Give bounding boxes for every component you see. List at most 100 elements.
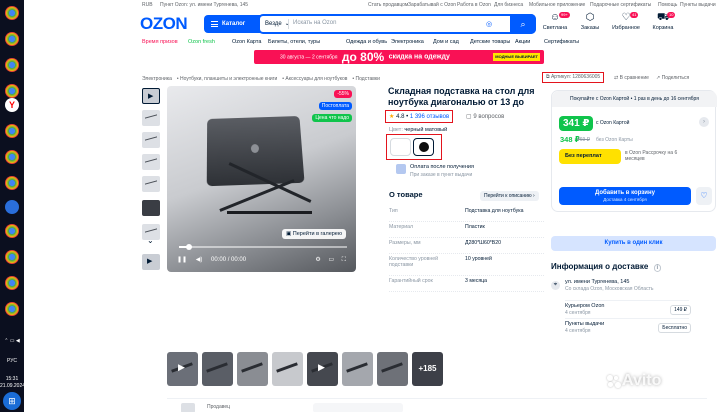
review-media-item[interactable] <box>377 352 408 386</box>
article-number[interactable]: ⧉ Артикул: 1280636005 <box>542 72 605 83</box>
review-media-item[interactable] <box>237 352 268 386</box>
review-media-item[interactable] <box>342 352 373 386</box>
review-media-more[interactable]: +185 <box>412 352 443 386</box>
thumbnail-image[interactable] <box>142 176 160 192</box>
topline-link[interactable]: Мобильное приложение <box>529 2 585 8</box>
nav-item[interactable]: Сертификаты <box>544 39 579 45</box>
chrome-icon[interactable] <box>5 224 19 238</box>
review-media-item[interactable] <box>272 352 303 386</box>
clock-time[interactable]: 15:31 <box>0 376 24 382</box>
thumbnail-image[interactable] <box>142 154 160 170</box>
search-bar[interactable]: Везде Искать на Ozon ◎ ⌕ <box>258 14 536 34</box>
nav-item[interactable]: Билеты, отели, туры <box>268 39 320 45</box>
header-favorites[interactable]: ♡ 41 Избранное <box>609 12 643 31</box>
review-media-item[interactable] <box>167 352 198 386</box>
questions-link[interactable]: ▢ 9 вопросов <box>466 113 504 120</box>
breadcrumb-item[interactable]: Аксессуары для ноутбуков <box>285 76 347 82</box>
nav-item[interactable]: Ozon Карта <box>232 39 261 45</box>
topline-link[interactable]: Работа в Ozon <box>457 2 491 8</box>
chrome-icon[interactable] <box>5 250 19 264</box>
go-to-description-button[interactable]: Перейти к описанию › <box>480 191 539 201</box>
header-profile[interactable]: ☺ 99+ Светлана <box>538 12 572 31</box>
chrome-icon[interactable] <box>5 302 19 316</box>
rating-block[interactable]: ★ 4.8 • 1 396 отзывов <box>385 110 454 123</box>
volume-icon[interactable]: ◀) <box>196 257 203 263</box>
chrome-icon[interactable] <box>5 150 19 164</box>
review-media-item[interactable] <box>202 352 233 386</box>
keyboard-language[interactable]: РУС <box>0 358 24 364</box>
share-button[interactable]: ↗ Поделиться <box>656 75 689 81</box>
topline-link[interactable]: Стать продавцом <box>368 2 408 8</box>
color-swatch-black[interactable] <box>413 138 434 156</box>
chrome-icon[interactable] <box>5 58 19 72</box>
thumbnail-image[interactable] <box>142 200 160 216</box>
currency-selector[interactable]: RUB <box>142 2 153 8</box>
clock-date[interactable]: 21.09.2024 <box>0 383 25 389</box>
add-to-cart-button[interactable]: Добавить в корзину Доставка 4 сентября <box>559 187 691 205</box>
compare-button[interactable]: ⇄ В сравнение <box>614 75 649 81</box>
gallery-button[interactable]: ▣ Перейти в галерею <box>282 229 346 239</box>
breadcrumb-item[interactable]: Подставки <box>356 76 380 82</box>
chevron-down-icon[interactable]: ⌄ <box>147 236 154 245</box>
color-swatch-white[interactable] <box>390 138 411 156</box>
pause-icon[interactable]: ❚❚ <box>177 257 187 263</box>
thumbnail-video[interactable] <box>142 88 160 104</box>
topline-link[interactable]: Зарабатывай с Ozon <box>408 2 456 8</box>
search-scope-dropdown[interactable]: Везде <box>265 20 290 27</box>
promo-banner[interactable]: 30 августа — 2 сентября до 80% скидка на… <box>254 50 544 64</box>
go-to-description-label: Перейти к описанию <box>484 193 532 199</box>
reviews-count[interactable]: 1 396 отзывов <box>410 114 449 120</box>
windows-start-icon[interactable]: ⊞ <box>3 392 21 410</box>
topline-link[interactable]: Помощь <box>658 2 677 8</box>
yandex-icon[interactable]: Y <box>5 98 19 112</box>
delivery-address[interactable]: ⌖ ул. имени Тургенева, 145 Со склада Ozo… <box>551 278 716 296</box>
header-orders[interactable]: ⬡ Заказы <box>573 12 607 31</box>
nav-item[interactable]: Детские товары <box>470 39 510 45</box>
fullscreen-icon[interactable]: ⛶ <box>342 257 346 263</box>
video-progress-bar[interactable] <box>179 244 347 250</box>
nav-item[interactable]: Дом и сад <box>433 39 459 45</box>
topline-link[interactable]: Подарочные сертификаты <box>590 2 651 8</box>
buy-one-click-button[interactable]: Купить в один клик <box>551 236 716 251</box>
installment-badge[interactable]: Без переплат <box>559 149 621 164</box>
favorite-button[interactable]: ♡ <box>696 187 712 205</box>
search-input[interactable]: Искать на Ozon <box>293 20 336 26</box>
pickup-address[interactable]: Пункт Ozon: ул. имени Тургенева, 145 <box>160 2 248 8</box>
breadcrumb-item[interactable]: Электроника <box>142 76 172 82</box>
video-progress-knob[interactable] <box>186 244 193 250</box>
tray-icons[interactable]: ⌃ ▭ ◀ <box>0 338 24 344</box>
pip-icon[interactable]: ▭ <box>328 257 334 263</box>
nav-item[interactable]: Акции <box>515 39 530 45</box>
chrome-icon[interactable] <box>5 32 19 46</box>
ozon-card-promo[interactable]: Покупайте с Ozon Картой • 1 раз в день д… <box>552 91 717 107</box>
chrome-icon[interactable] <box>5 176 19 190</box>
breadcrumb-item[interactable]: Ноутбуки, планшеты и электронные книги <box>180 76 277 82</box>
search-button[interactable]: ⌕ <box>510 14 536 34</box>
ozon-product-page: RUB Пункт Ozon: ул. имени Тургенева, 145… <box>24 0 720 412</box>
review-media-item[interactable] <box>307 352 338 386</box>
product-video-player[interactable]: -55% Постоплата Цена что надо ▣ Перейти … <box>167 86 356 272</box>
settings-icon[interactable]: ⚙ <box>315 257 320 263</box>
payment-on-delivery[interactable]: Оплата после получения При заказе в пунк… <box>396 162 544 188</box>
chrome-icon[interactable] <box>5 276 19 290</box>
topline-link[interactable]: Пункты выдачи <box>680 2 716 8</box>
chrome-icon[interactable] <box>5 124 19 138</box>
delivery-option[interactable]: Курьером Ozon 4 сентября 149 ₽ <box>565 300 691 318</box>
topline-link[interactable]: Для бизнеса <box>494 2 523 8</box>
header-cart[interactable]: ⛟ 10 Корзина <box>646 12 680 31</box>
camera-search-icon[interactable]: ◎ <box>486 20 492 28</box>
info-icon[interactable]: › <box>699 117 709 127</box>
info-icon[interactable]: i <box>653 264 662 272</box>
delivery-option[interactable]: Пункты выдачи 4 сентября Бесплатно <box>565 318 691 336</box>
app-icon[interactable] <box>5 200 19 214</box>
ozon-logo[interactable]: OZON <box>140 14 188 34</box>
chrome-icon[interactable] <box>5 84 19 98</box>
thumbnail-video[interactable] <box>142 254 160 270</box>
chrome-icon[interactable] <box>5 6 19 20</box>
nav-item[interactable]: Время призов <box>142 39 178 45</box>
thumbnail-image[interactable] <box>142 132 160 148</box>
nav-item[interactable]: Одежда и обувь <box>346 39 387 45</box>
thumbnail-image[interactable] <box>142 110 160 126</box>
nav-item[interactable]: Ozon fresh <box>188 39 215 45</box>
nav-item[interactable]: Электроника <box>391 39 424 45</box>
